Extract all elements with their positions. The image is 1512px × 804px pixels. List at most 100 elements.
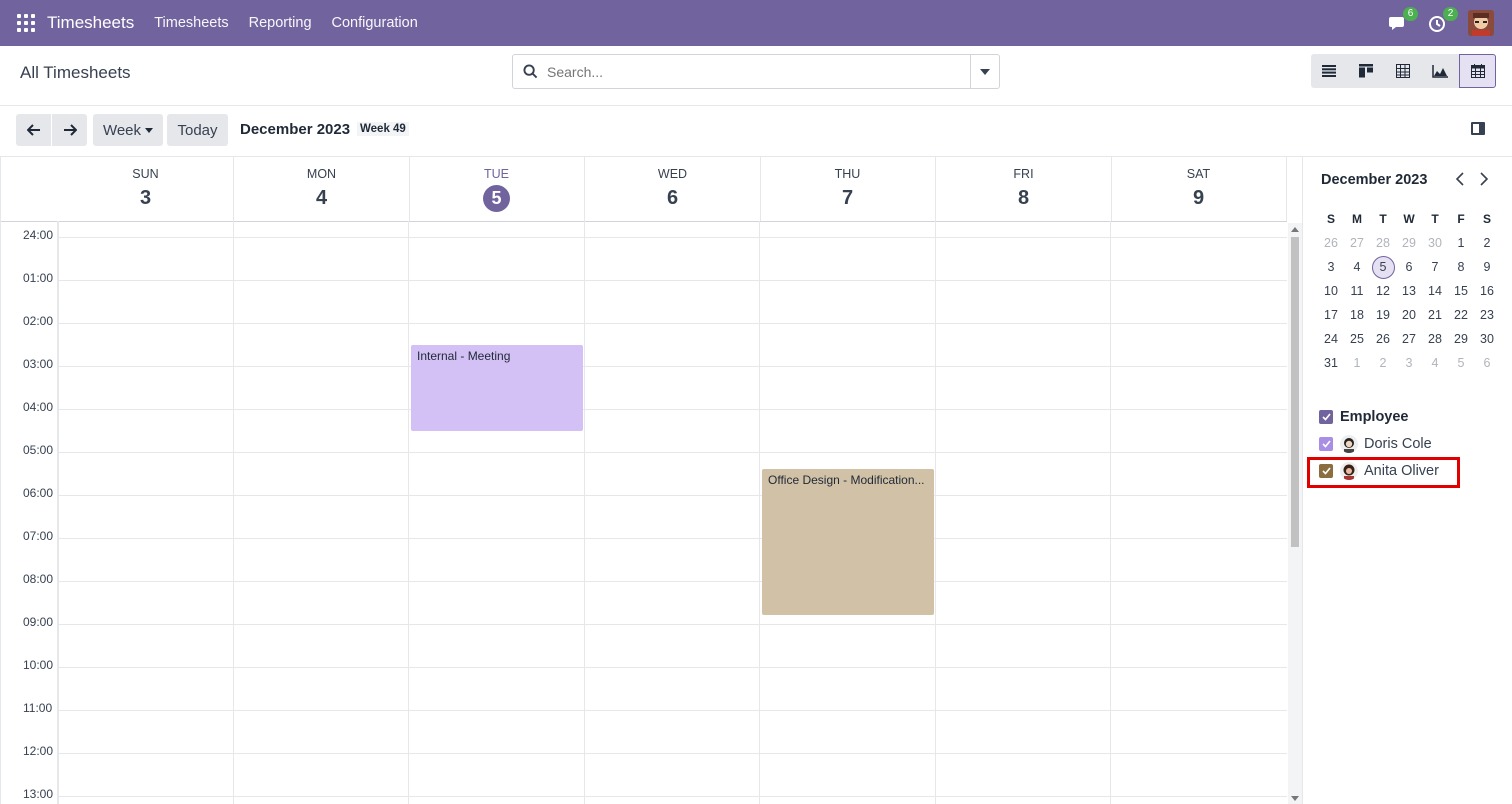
mini-day[interactable]: 13 [1396,284,1422,298]
mini-day[interactable]: 2 [1474,236,1500,250]
calendar-event[interactable]: Office Design - Modification... [762,469,934,616]
mini-day[interactable]: 5 [1448,356,1474,370]
mini-day[interactable]: 10 [1318,284,1344,298]
pivot-view-button[interactable] [1385,54,1422,88]
mini-day[interactable]: 27 [1344,236,1370,250]
menu-configuration[interactable]: Configuration [322,15,428,31]
side-panel-toggle-icon[interactable] [1471,122,1485,135]
mini-day[interactable]: 22 [1448,308,1474,322]
header-divider [1,221,1287,222]
day-header-thu[interactable]: THU 7 [760,157,936,221]
hour-label: 05:00 [23,443,54,457]
messages-button[interactable]: 6 [1388,7,1418,33]
menu-reporting[interactable]: Reporting [239,15,322,31]
search-bar[interactable] [512,54,1000,89]
day-name: FRI [1013,167,1034,181]
calendar-event[interactable]: Internal - Meeting [411,344,583,431]
mini-day[interactable]: 1 [1448,236,1474,250]
mini-day[interactable]: 26 [1318,236,1344,250]
day-column-line [584,221,585,804]
hour-line [58,710,1287,711]
doris-checkbox[interactable] [1319,436,1333,451]
mini-day[interactable]: 30 [1422,236,1448,250]
today-button[interactable]: Today [167,114,228,146]
day-header-tue[interactable]: TUE 5 [409,157,585,221]
mini-day[interactable]: 28 [1370,236,1396,250]
mini-day[interactable]: 24 [1318,332,1344,346]
mini-day[interactable]: 25 [1344,332,1370,346]
chevron-left-icon [1455,172,1464,186]
previous-button[interactable] [16,114,51,146]
mini-day[interactable]: 18 [1344,308,1370,322]
mini-day[interactable]: 7 [1422,260,1448,274]
mini-day[interactable]: 29 [1396,236,1422,250]
hour-line [58,280,1287,281]
mini-day[interactable]: 12 [1370,284,1396,298]
mini-day[interactable]: 23 [1474,308,1500,322]
mini-weekday: W [1403,212,1415,226]
week-calendar-grid: SUN 3 MON 4 TUE 5 WED 6 THU 7 FRI 8 SAT 9 24:00 01:00 02… [0,156,1302,804]
mini-day[interactable]: 6 [1474,356,1500,370]
mini-day-today[interactable]: 5 [1370,255,1396,279]
mini-day[interactable]: 15 [1448,284,1474,298]
mini-day[interactable]: 31 [1318,356,1344,370]
day-header-sat[interactable]: SAT 9 [1111,157,1287,221]
filter-section-employee[interactable]: Employee [1319,403,1439,430]
list-view-button[interactable] [1311,54,1348,88]
highlight-annotation-box [1307,457,1460,488]
day-header-mon[interactable]: MON 4 [234,157,410,221]
scroll-thumb[interactable] [1291,237,1299,547]
mini-week-row: 10 11 12 13 14 15 16 [1318,279,1500,303]
scroll-up-arrow-icon[interactable] [1291,227,1299,232]
scroll-down-arrow-icon[interactable] [1291,796,1299,801]
mini-day[interactable]: 29 [1448,332,1474,346]
mini-day[interactable]: 28 [1422,332,1448,346]
next-button[interactable] [52,114,87,146]
calendar-title: December 2023 [240,121,351,138]
mini-day[interactable]: 6 [1396,260,1422,274]
mini-day[interactable]: 19 [1370,308,1396,322]
calendar-view-button[interactable] [1459,54,1496,88]
mini-week-row: 3456789 [1318,255,1500,279]
mini-day[interactable]: 11 [1344,284,1370,298]
hour-label: 03:00 [23,357,54,371]
graph-view-button[interactable] [1422,54,1459,88]
mini-day[interactable]: 26 [1370,332,1396,346]
calendar-scrollbar[interactable] [1288,223,1302,804]
filter-employee-doris[interactable]: Doris Cole [1319,430,1439,457]
day-header-sun[interactable]: SUN 3 [58,157,234,221]
app-brand[interactable]: Timesheets [47,13,134,33]
mini-day[interactable]: 9 [1474,260,1500,274]
hour-line [58,753,1287,754]
day-header-fri[interactable]: FRI 8 [936,157,1112,221]
day-header-wed[interactable]: WED 6 [585,157,761,221]
kanban-view-button[interactable] [1348,54,1385,88]
mini-day[interactable]: 1 [1344,356,1370,370]
day-name: MON [306,167,337,181]
mini-prev-button[interactable] [1455,172,1465,191]
search-input[interactable] [547,63,970,80]
mini-day[interactable]: 8 [1448,260,1474,274]
mini-weekday: S [1326,212,1335,226]
mini-day[interactable]: 2 [1370,356,1396,370]
menu-timesheets[interactable]: Timesheets [144,15,238,31]
mini-day[interactable]: 14 [1422,284,1448,298]
mini-next-button[interactable] [1479,172,1489,191]
activities-button[interactable]: 2 [1428,7,1458,33]
search-options-toggle[interactable] [970,55,999,88]
mini-day[interactable]: 27 [1396,332,1422,346]
checkmark-icon [1321,439,1331,448]
mini-day[interactable]: 20 [1396,308,1422,322]
mini-day[interactable]: 3 [1396,356,1422,370]
user-avatar[interactable] [1468,10,1494,36]
mini-day[interactable]: 30 [1474,332,1500,346]
mini-day[interactable]: 4 [1422,356,1448,370]
mini-day[interactable]: 3 [1318,260,1344,274]
employee-all-checkbox[interactable] [1319,409,1333,424]
mini-day[interactable]: 16 [1474,284,1500,298]
mini-day[interactable]: 21 [1422,308,1448,322]
mini-day[interactable]: 17 [1318,308,1344,322]
mini-day[interactable]: 4 [1344,260,1370,274]
apps-menu-icon[interactable] [17,14,35,32]
scale-dropdown[interactable]: Week [93,114,163,146]
